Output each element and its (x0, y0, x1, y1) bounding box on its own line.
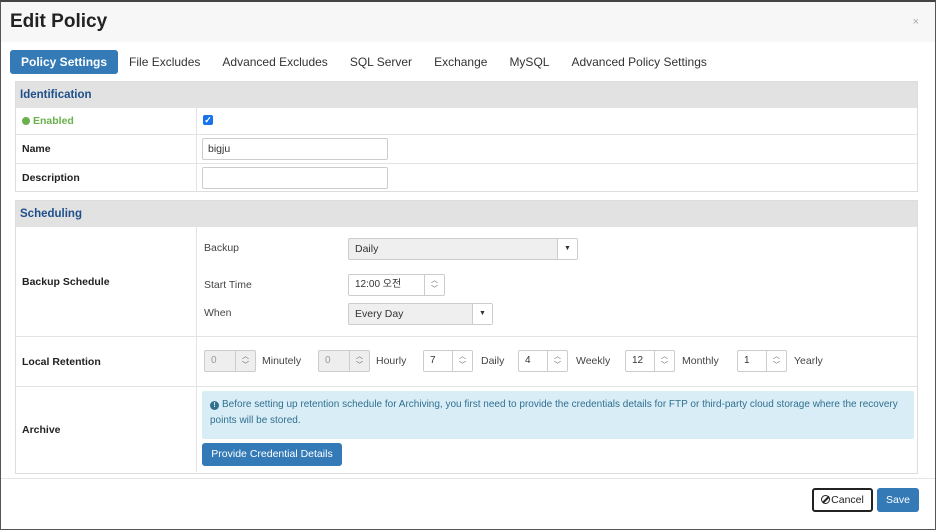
retention-daily-label: Daily (481, 355, 505, 367)
backup-schedule-row: Backup Schedule Backup Daily ▼ Start Tim… (16, 227, 917, 336)
retention-weekly-value: 4 (525, 355, 531, 366)
backup-schedule-value-cell: Backup Daily ▼ Start Time 12:00 오전 ︿ ﹀ Wh… (198, 227, 917, 336)
retention-monthly-value: 12 (632, 355, 644, 366)
retention-weekly-stepper[interactable]: 4 ︿ ﹀ (518, 350, 568, 372)
retention-minutely-value: 0 (211, 355, 217, 366)
archive-info-box: ! Before setting up retention schedule fo… (202, 391, 914, 439)
start-time-label: Start Time (204, 279, 252, 291)
when-select[interactable]: Every Day ▼ (348, 303, 493, 325)
info-icon: ! (210, 401, 219, 410)
local-retention-row: Local Retention 0 ︿ ﹀ Minutely 0 ︿ ﹀ Hourl… (16, 336, 917, 386)
enabled-row: Enabled ✓ (16, 108, 917, 134)
save-button[interactable]: Save (877, 488, 919, 512)
policy-tabs: Policy Settings File Excludes Advanced E… (10, 50, 718, 74)
retention-hourly-value: 0 (325, 355, 331, 366)
backup-frequency-value: Daily (355, 243, 379, 255)
start-time-input[interactable]: 12:00 오전 ︿ ﹀ (348, 274, 445, 296)
start-time-value: 12:00 오전 (355, 279, 402, 290)
tab-sql-server[interactable]: SQL Server (339, 50, 423, 74)
enabled-status-icon (22, 117, 30, 125)
footer-divider (1, 478, 935, 479)
identification-header: Identification (16, 82, 917, 108)
edit-policy-modal: Edit Policy × Policy Settings File Exclu… (0, 0, 936, 530)
tab-mysql[interactable]: MySQL (498, 50, 560, 74)
archive-row: Archive ! Before setting up retention sch… (16, 386, 917, 472)
modal-header: Edit Policy × (1, 2, 935, 42)
tab-advanced-policy-settings[interactable]: Advanced Policy Settings (560, 50, 717, 74)
enabled-checkbox[interactable]: ✓ (203, 115, 213, 125)
retention-hourly-stepper[interactable]: 0 ︿ ﹀ (318, 350, 370, 372)
ban-icon (821, 495, 831, 504)
retention-monthly-label: Monthly (682, 355, 719, 367)
stepper-icon[interactable]: ︿ ﹀ (349, 351, 369, 371)
stepper-icon[interactable]: ︿ ﹀ (547, 351, 567, 371)
stepper-icon[interactable]: ︿ ﹀ (424, 275, 444, 295)
tab-exchange[interactable]: Exchange (423, 50, 498, 74)
provide-credential-details-button[interactable]: Provide Credential Details (202, 443, 342, 466)
retention-yearly-value: 1 (744, 355, 750, 366)
backup-frequency-select[interactable]: Daily ▼ (348, 238, 578, 260)
cancel-label: Cancel (831, 494, 864, 506)
scheduling-section: Scheduling Backup Schedule Backup Daily … (15, 200, 918, 474)
close-icon[interactable]: × (913, 16, 919, 28)
when-value: Every Day (355, 308, 404, 320)
tab-advanced-excludes[interactable]: Advanced Excludes (211, 50, 338, 74)
modal-title: Edit Policy (10, 11, 108, 32)
name-input[interactable]: bigju (202, 138, 388, 160)
stepper-icon[interactable]: ︿ ﹀ (654, 351, 674, 371)
cancel-button[interactable]: Cancel (812, 488, 873, 512)
retention-minutely-stepper[interactable]: 0 ︿ ﹀ (204, 350, 256, 372)
stepper-icon[interactable]: ︿ ﹀ (452, 351, 472, 371)
retention-hourly-label: Hourly (376, 355, 407, 367)
name-label: Name (16, 135, 197, 163)
description-label: Description (16, 164, 197, 192)
name-row: Name bigju (16, 134, 917, 163)
chevron-down-icon: ▼ (472, 304, 492, 324)
archive-info-text: Before setting up retention schedule for… (210, 399, 898, 426)
when-label: When (204, 307, 232, 319)
backup-schedule-label: Backup Schedule (16, 227, 197, 336)
scheduling-header: Scheduling (16, 201, 917, 227)
retention-daily-stepper[interactable]: 7 ︿ ﹀ (423, 350, 473, 372)
archive-value-cell: ! Before setting up retention schedule fo… (198, 387, 917, 472)
archive-label: Archive (16, 387, 197, 472)
local-retention-label: Local Retention (16, 337, 197, 386)
backup-label: Backup (204, 242, 240, 254)
description-value-cell (198, 164, 917, 192)
retention-monthly-stepper[interactable]: 12 ︿ ﹀ (625, 350, 675, 372)
tab-file-excludes[interactable]: File Excludes (118, 50, 211, 74)
tab-policy-settings[interactable]: Policy Settings (10, 50, 119, 74)
retention-yearly-label: Yearly (794, 355, 823, 367)
enabled-label: Enabled (33, 115, 74, 127)
retention-daily-value: 7 (430, 355, 436, 366)
description-input[interactable] (202, 167, 388, 189)
name-value-cell: bigju (198, 135, 917, 163)
description-row: Description (16, 163, 917, 192)
retention-minutely-label: Minutely (262, 355, 302, 367)
identification-section: Identification Enabled ✓ Name bigju Desc… (15, 81, 918, 192)
stepper-icon[interactable]: ︿ ﹀ (235, 351, 255, 371)
chevron-down-icon: ▼ (557, 239, 577, 259)
stepper-icon[interactable]: ︿ ﹀ (766, 351, 786, 371)
local-retention-value-cell: 0 ︿ ﹀ Minutely 0 ︿ ﹀ Hourly 7 ︿ ﹀ Daily 4 ︿… (198, 337, 917, 386)
retention-weekly-label: Weekly (576, 355, 611, 367)
enabled-value-cell: ✓ (198, 108, 917, 134)
retention-yearly-stepper[interactable]: 1 ︿ ﹀ (737, 350, 787, 372)
enabled-label-cell: Enabled (16, 108, 197, 134)
